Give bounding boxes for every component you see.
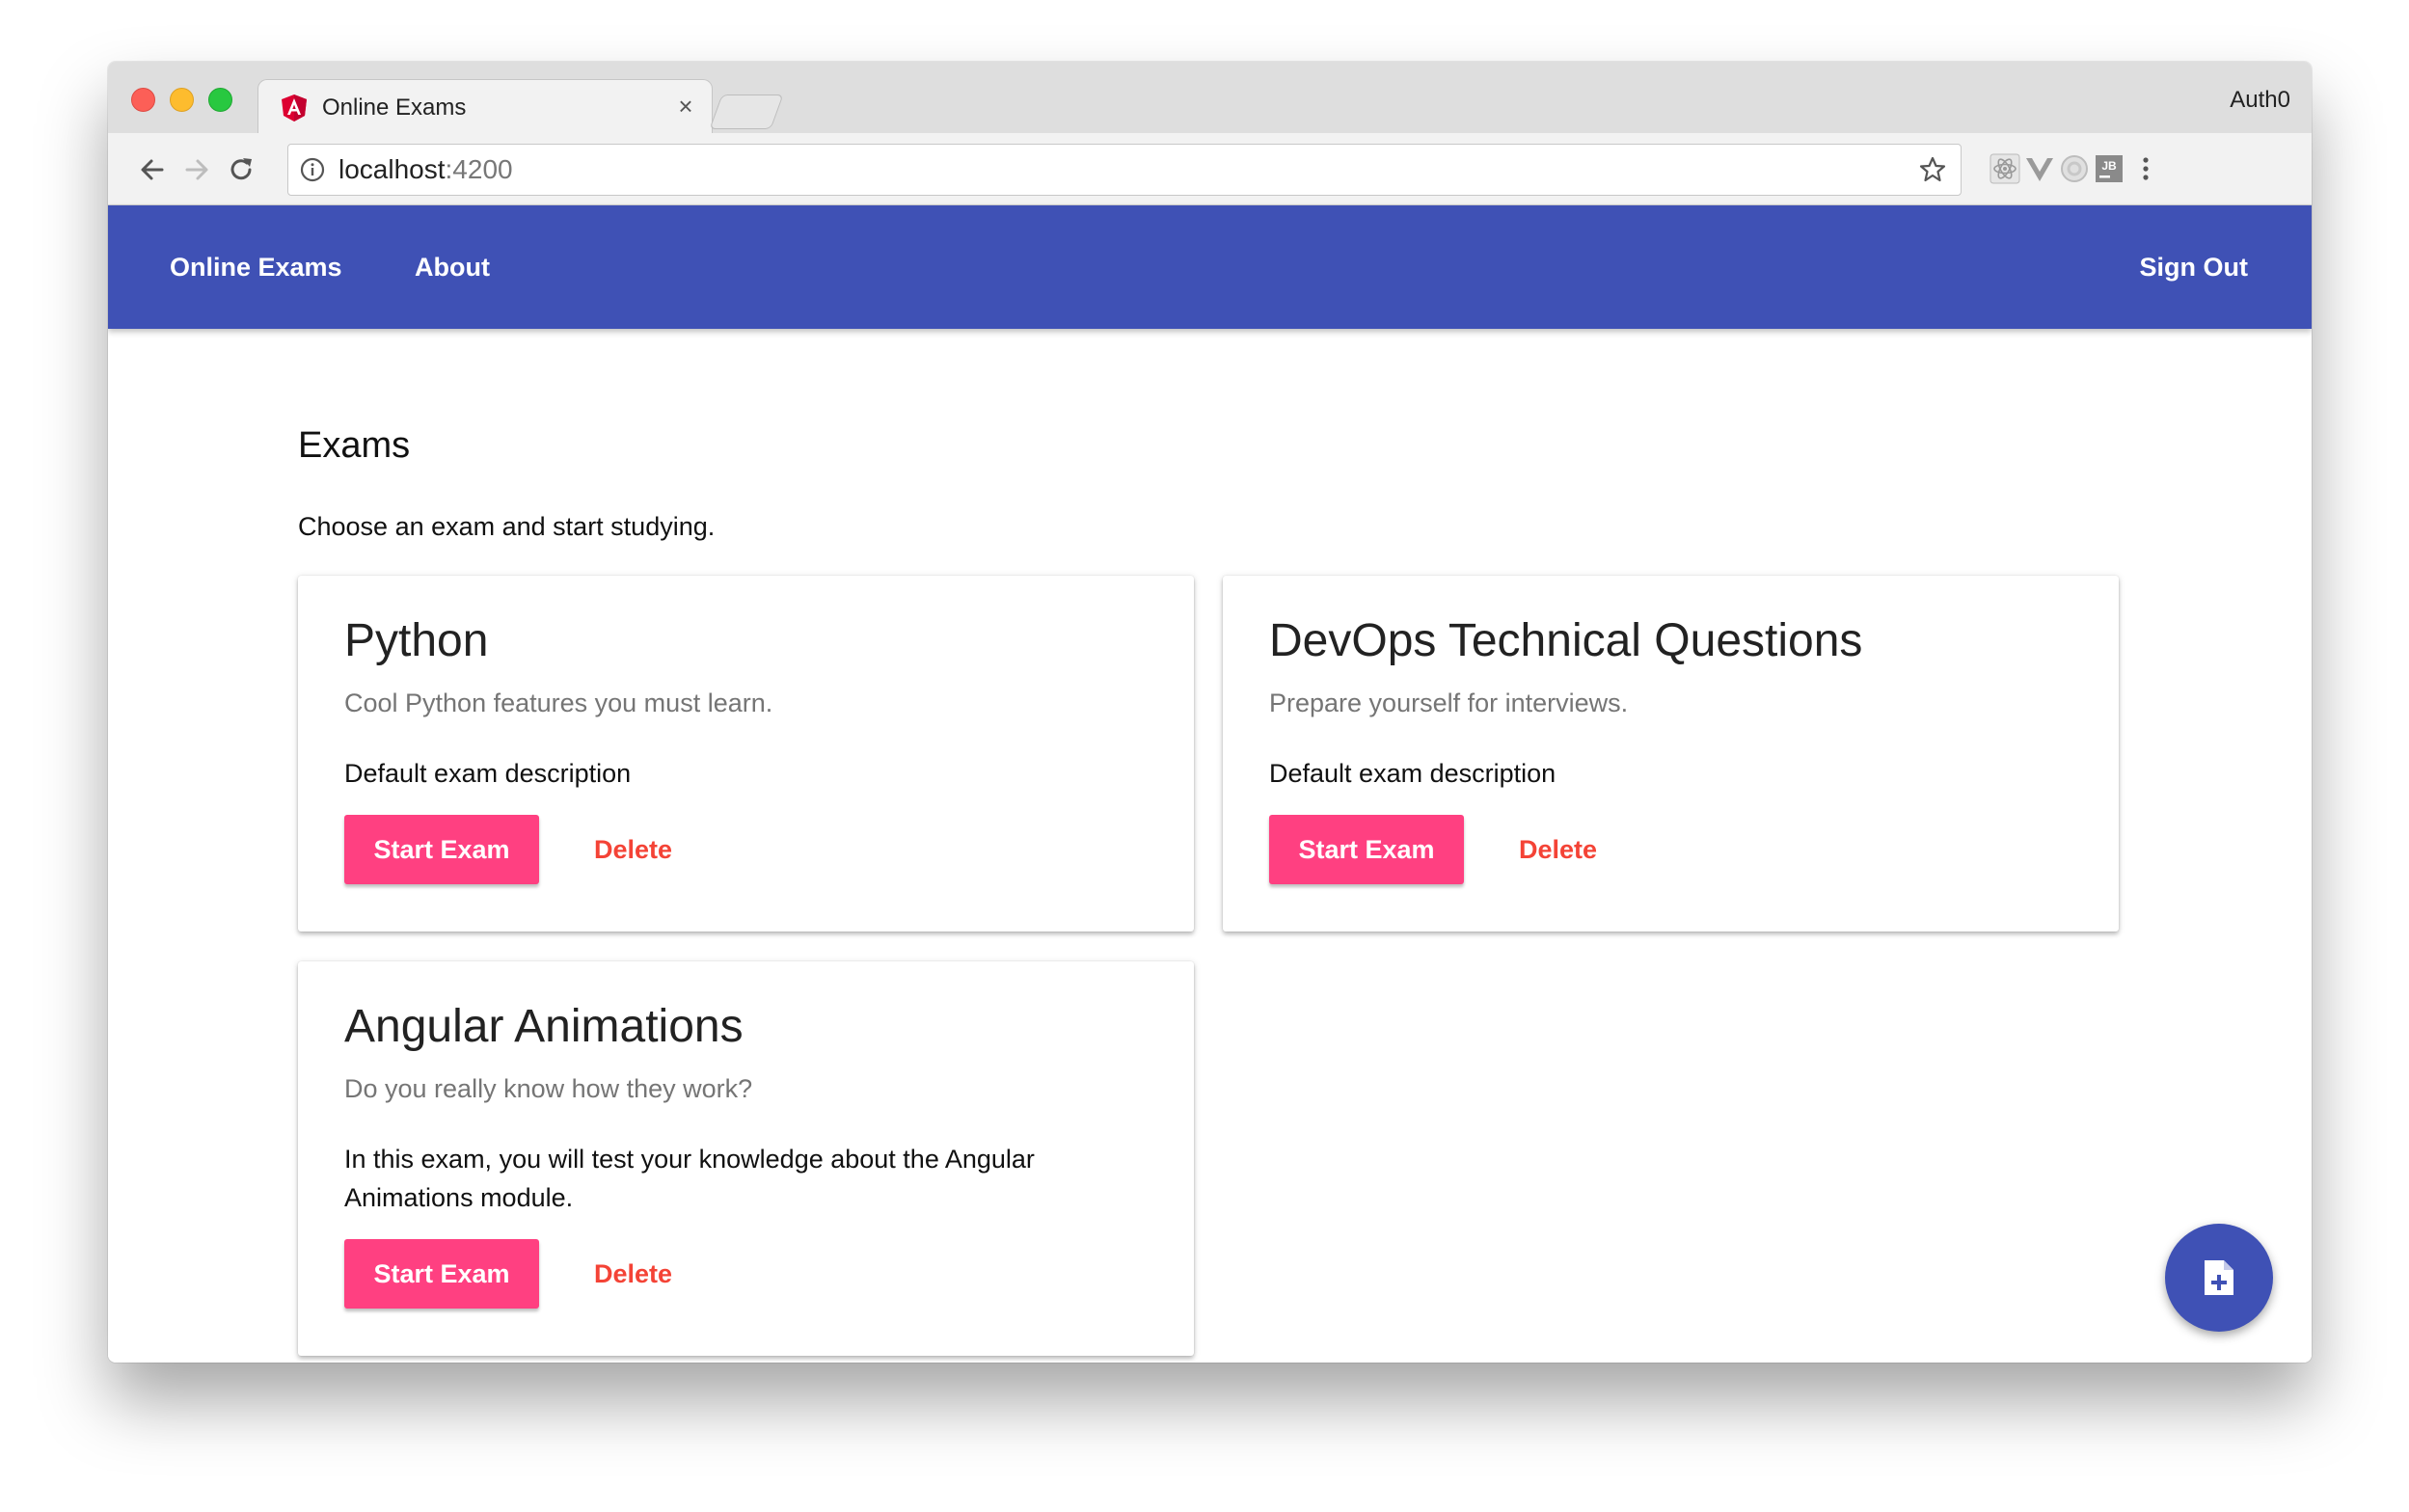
url-host: localhost: [338, 154, 446, 184]
exam-description: Default exam description: [344, 759, 632, 788]
info-icon[interactable]: [300, 157, 325, 182]
exam-subtitle: Do you really know how they work?: [344, 1074, 753, 1103]
page-title: Exams: [298, 425, 411, 466]
app-toolbar: Online Exams About Sign Out: [108, 205, 2312, 329]
exam-card: Python Cool Python features you must lea…: [298, 576, 1194, 932]
nav-online-exams[interactable]: Online Exams: [170, 248, 342, 286]
start-exam-button[interactable]: Start Exam: [1269, 815, 1464, 884]
profile-name[interactable]: Auth0: [2230, 87, 2290, 114]
vue-devtools-icon[interactable]: [2023, 152, 2056, 185]
exam-subtitle: Prepare yourself for interviews.: [1269, 688, 1629, 717]
svg-text:JB: JB: [2101, 159, 2117, 173]
start-exam-button[interactable]: Start Exam: [344, 815, 539, 884]
delete-exam-button[interactable]: Delete: [568, 1239, 698, 1309]
browser-tab[interactable]: Online Exams ×: [257, 79, 713, 136]
url-port: :4200: [445, 154, 513, 184]
minimize-window-button[interactable]: [170, 88, 194, 112]
note-add-icon: [2205, 1260, 2233, 1295]
browser-window: Online Exams × Auth0 localhost:4200 JB O…: [108, 62, 2312, 1363]
back-arrow-icon[interactable]: [133, 150, 172, 189]
start-exam-button[interactable]: Start Exam: [344, 1239, 539, 1309]
reload-icon[interactable]: [222, 150, 260, 189]
jetbrains-icon[interactable]: JB: [2093, 152, 2125, 185]
new-tab-button[interactable]: [709, 94, 784, 129]
close-window-button[interactable]: [131, 88, 155, 112]
react-devtools-icon[interactable]: [1989, 152, 2021, 185]
exam-subtitle: Cool Python features you must learn.: [344, 688, 773, 717]
forward-arrow-icon[interactable]: [177, 150, 216, 189]
more-menu-icon[interactable]: [2129, 152, 2162, 185]
exam-title: Angular Animations: [344, 1001, 744, 1052]
browser-toolbar: localhost:4200 JB: [108, 133, 2312, 205]
augury-icon[interactable]: [2058, 152, 2091, 185]
url-text[interactable]: localhost:4200: [338, 154, 513, 185]
bookmark-star-icon[interactable]: [1918, 155, 1947, 184]
sign-out-button[interactable]: Sign Out: [2140, 248, 2248, 286]
maximize-window-button[interactable]: [208, 88, 232, 112]
tab-bar: Online Exams × Auth0: [108, 62, 2312, 136]
page-subtitle: Choose an exam and start studying.: [298, 512, 716, 541]
exam-card: Angular Animations Do you really know ho…: [298, 961, 1194, 1356]
exam-card: DevOps Technical Questions Prepare yours…: [1223, 576, 2119, 932]
main-content: Exams Choose an exam and start studying.…: [108, 329, 2312, 1363]
tab-close-icon[interactable]: ×: [671, 92, 700, 121]
exam-description: Default exam description: [1269, 759, 1556, 788]
delete-exam-button[interactable]: Delete: [1493, 815, 1623, 884]
exam-title: DevOps Technical Questions: [1269, 615, 1863, 666]
exam-description: In this exam, you will test your knowled…: [344, 1145, 1035, 1212]
tab-title: Online Exams: [322, 94, 467, 121]
angular-logo-icon: [282, 94, 307, 122]
address-bar[interactable]: localhost:4200: [287, 144, 1962, 196]
delete-exam-button[interactable]: Delete: [568, 815, 698, 884]
nav-about[interactable]: About: [415, 248, 490, 286]
exam-title: Python: [344, 615, 489, 666]
add-exam-fab[interactable]: [2165, 1224, 2273, 1332]
